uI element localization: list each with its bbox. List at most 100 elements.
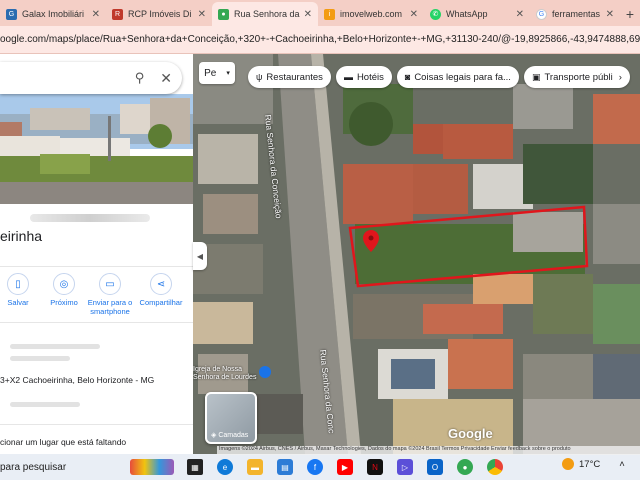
tab-label: imovelweb.com	[340, 9, 403, 19]
blurred-text	[10, 402, 80, 407]
chip-label: Coisas legais para fa...	[414, 71, 511, 83]
store-icon[interactable]: ▤	[277, 459, 293, 475]
outlook-icon[interactable]: O	[427, 459, 443, 475]
tab-whatsapp[interactable]: ✆ WhatsApp ✕	[424, 2, 530, 26]
tab-maps[interactable]: ● Rua Senhora da ✕	[212, 2, 318, 26]
hotels-chip[interactable]: ▬ Hotéis	[335, 66, 392, 88]
plus-code-address[interactable]: 3+X2 Cachoeirinha, Belo Horizonte - MG	[0, 375, 154, 385]
add-missing-place-link[interactable]: cionar um lugar que está faltando	[0, 437, 126, 447]
close-icon[interactable]: ✕	[198, 9, 206, 20]
windows-taskbar: para pesquisar ▦ e ▬ ▤ f ▶ N ▷ O ●	[0, 454, 640, 480]
camera-icon: ◙	[404, 72, 411, 82]
nearby-icon: ◎	[53, 273, 75, 295]
things-to-do-chip[interactable]: ◙ Coisas legais para fa...	[396, 66, 519, 88]
church-poi-label[interactable]: Igreja de Nossa Senhora de Lourdes	[193, 366, 263, 382]
chip-label: Transporte públi	[544, 71, 613, 83]
nearby-button[interactable]: ◎ Próximo	[40, 273, 88, 307]
layers-label: ◈ Camadas	[211, 431, 248, 439]
place-side-panel: ⚲ ✕ eirinha ▯ Salvar ◎ Próximo ▭ Enviar …	[0, 54, 193, 454]
taskbar-search[interactable]: para pesquisar	[0, 462, 130, 473]
galax-favicon-icon: G	[6, 8, 17, 20]
close-icon[interactable]: ✕	[304, 9, 312, 20]
divider	[0, 322, 193, 323]
brushes-icon	[130, 459, 174, 475]
divider	[0, 424, 193, 425]
close-icon[interactable]: ✕	[92, 9, 100, 20]
map-type-dropdown[interactable]: Pe ▾	[199, 62, 235, 84]
search-input[interactable]	[6, 68, 116, 88]
task-view-icon[interactable]: ▦	[187, 459, 203, 475]
browser-tab-bar: G Galax Imobiliári ✕ R RCP Imóveis Di ✕ …	[0, 0, 640, 26]
tab-ferramentas[interactable]: G ferramentas de ✕	[530, 2, 620, 26]
chevron-down-icon: ▾	[226, 70, 230, 77]
file-explorer-icon[interactable]: ▬	[247, 459, 263, 475]
maps-search-box: ⚲ ✕	[0, 62, 182, 94]
maps-icon[interactable]: ●	[457, 459, 473, 475]
tab-label: WhatsApp	[446, 9, 488, 19]
tab-rcp[interactable]: R RCP Imóveis Di ✕	[106, 2, 212, 26]
blurred-text	[10, 344, 100, 349]
chip-label: Restaurantes	[266, 71, 323, 83]
search-icon[interactable]: ⚲	[135, 70, 145, 86]
rcp-favicon-icon: R	[112, 8, 123, 20]
edge-icon[interactable]: e	[217, 459, 233, 475]
transit-chip[interactable]: ▣ Transporte públi ›	[523, 66, 630, 88]
satellite-map[interactable]: Rua Senhora da Conceição Rua Senhora da …	[193, 54, 640, 454]
url-text: oogle.com/maps/place/Rua+Senhora+da+Conc…	[0, 34, 640, 45]
netflix-icon[interactable]: N	[367, 459, 383, 475]
satellite-imagery	[193, 54, 640, 454]
chrome-icon[interactable]	[487, 459, 503, 475]
action-label: Salvar	[7, 298, 29, 307]
google-logo: Google	[448, 426, 493, 441]
transit-icon: ▣	[531, 71, 541, 82]
imovelweb-favicon-icon: i	[324, 8, 335, 20]
send-to-phone-button[interactable]: ▭ Enviar para o smartphone	[86, 273, 134, 316]
close-icon[interactable]: ✕	[160, 70, 172, 87]
place-title: eirinha	[0, 228, 43, 244]
blurred-place-name	[30, 214, 150, 222]
chevron-right-icon: ›	[618, 71, 622, 83]
place-actions: ▯ Salvar ◎ Próximo ▭ Enviar para o smart…	[0, 266, 193, 326]
facebook-icon[interactable]: f	[307, 459, 323, 475]
temperature-label: 17°C	[579, 458, 601, 470]
tab-label: RCP Imóveis Di	[128, 9, 192, 19]
chevron-up-icon[interactable]: ˄	[619, 459, 625, 470]
action-label: Próximo	[50, 298, 78, 307]
youtube-icon[interactable]: ▶	[337, 459, 353, 475]
chip-label: Hotéis	[356, 71, 384, 83]
bookmark-icon: ▯	[7, 273, 29, 295]
tab-label: Rua Senhora da	[234, 9, 300, 19]
place-photo[interactable]	[0, 94, 193, 204]
new-tab-button[interactable]: +	[620, 2, 640, 26]
tab-imovelweb[interactable]: i imovelweb.com ✕	[318, 2, 424, 26]
collapse-panel-button[interactable]: ◀	[193, 242, 207, 270]
address-bar[interactable]: oogle.com/maps/place/Rua+Senhora+da+Conc…	[0, 26, 640, 54]
action-label: Compartilhar	[139, 298, 183, 307]
fork-knife-icon: ψ	[256, 72, 263, 82]
layers-icon: ◈	[211, 432, 217, 439]
map-attribution: Imagens ©2024 Airbus, CNES / Airbus, Max…	[217, 446, 640, 455]
sun-icon	[562, 458, 574, 470]
bed-icon: ▬	[343, 72, 353, 82]
street-photo-image	[0, 94, 193, 204]
prime-video-icon[interactable]: ▷	[397, 459, 413, 475]
layers-button[interactable]: ◈ Camadas	[205, 392, 257, 444]
close-icon[interactable]: ✕	[606, 9, 614, 20]
dropdown-label: Pe	[204, 67, 217, 79]
google-favicon-icon: G	[536, 8, 547, 20]
tab-label: Galax Imobiliári	[22, 9, 85, 19]
layers-text: Camadas	[218, 432, 249, 439]
category-chips: ψ Restaurantes ▬ Hotéis ◙ Coisas legais …	[248, 66, 630, 88]
close-icon[interactable]: ✕	[516, 9, 524, 20]
share-button[interactable]: ⋖ Compartilhar	[132, 273, 190, 307]
restaurants-chip[interactable]: ψ Restaurantes	[248, 66, 331, 88]
save-button[interactable]: ▯ Salvar	[0, 273, 42, 307]
action-label: Enviar para o smartphone	[87, 298, 133, 316]
share-icon: ⋖	[150, 273, 172, 295]
tab-label: ferramentas de	[552, 9, 602, 19]
weather-widget[interactable]: 17°C ˄	[562, 458, 625, 470]
close-icon[interactable]: ✕	[410, 9, 418, 20]
tab-galax[interactable]: G Galax Imobiliári ✕	[0, 2, 106, 26]
phone-icon: ▭	[99, 273, 121, 295]
blurred-text	[10, 356, 70, 361]
